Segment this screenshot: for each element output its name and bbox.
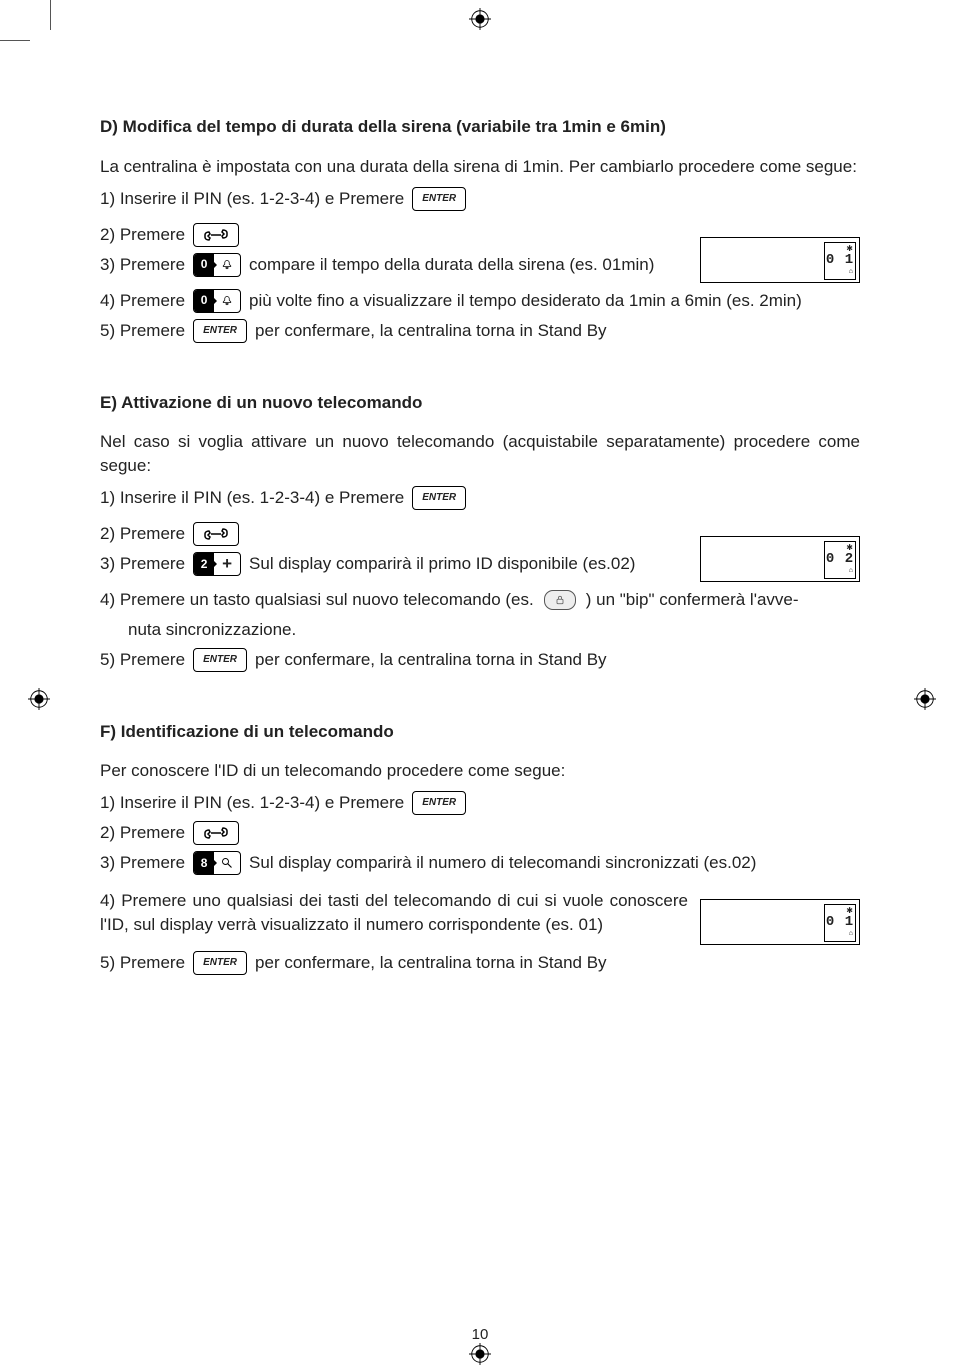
step-f3b: Sul display comparirà il numero di telec… <box>249 851 756 875</box>
wrench-key <box>193 522 239 546</box>
step-d2: 2) Premere <box>100 223 185 247</box>
registration-mark-icon <box>469 1343 491 1365</box>
enter-key: ENTER <box>412 486 466 510</box>
step-d4a: 4) Premere <box>100 289 185 313</box>
lcd-display: ✱ 0 2 ⌂ <box>700 536 860 582</box>
step-f2: 2) Premere <box>100 821 185 845</box>
step-e3a: 3) Premere <box>100 552 185 576</box>
remote-lock-icon <box>544 590 576 610</box>
step-e4c: nuta sincronizzazione. <box>128 618 296 642</box>
lcd-display: ✱ 0 1 ⌂ <box>700 237 860 283</box>
enter-key: ENTER <box>412 187 466 211</box>
step-f5a: 5) Premere <box>100 951 185 975</box>
enter-key: ENTER <box>193 951 247 975</box>
section-e-title: E) Attivazione di un nuovo telecomando <box>100 391 860 415</box>
plus-icon: + <box>214 552 240 576</box>
section-d-intro: La centralina è impostata con una durata… <box>100 155 860 179</box>
step-d3b: compare il tempo della durata della sire… <box>249 253 654 277</box>
step-d5b: per confermare, la centralina torna in S… <box>255 319 607 343</box>
step-e2: 2) Premere <box>100 522 185 546</box>
section-d-title: D) Modifica del tempo di durata della si… <box>100 115 860 139</box>
wrench-key <box>193 223 239 247</box>
section-e: E) Attivazione di un nuovo telecomando N… <box>100 391 860 672</box>
page-number: 10 <box>0 1324 960 1345</box>
eight-search-key: 8 <box>193 851 241 875</box>
step-d4b: più volte fino a visualizzare il tempo d… <box>249 289 802 313</box>
step-e5b: per confermare, la centralina torna in S… <box>255 648 607 672</box>
enter-key: ENTER <box>412 791 466 815</box>
section-f: F) Identificazione di un telecomando Per… <box>100 720 860 976</box>
bell-icon <box>214 295 240 307</box>
section-f-intro: Per conoscere l'ID di un telecomando pro… <box>100 759 860 783</box>
step-f4: 4) Premere uno qualsiasi dei tasti del t… <box>100 889 688 937</box>
step-d3a: 3) Premere <box>100 253 185 277</box>
wrench-key <box>193 821 239 845</box>
step-e1: 1) Inserire il PIN (es. 1-2-3-4) e Preme… <box>100 486 404 510</box>
registration-mark-icon <box>28 688 50 710</box>
two-plus-key: 2 + <box>193 552 241 576</box>
step-e4a: 4) Premere un tasto qualsiasi sul nuovo … <box>100 588 534 612</box>
section-e-intro: Nel caso si voglia attivare un nuovo tel… <box>100 430 860 478</box>
section-d: D) Modifica del tempo di durata della si… <box>100 115 860 343</box>
bell-icon <box>214 259 240 271</box>
magnifier-icon <box>214 857 240 869</box>
step-e5a: 5) Premere <box>100 648 185 672</box>
registration-mark-icon <box>469 8 491 30</box>
step-f5b: per confermare, la centralina torna in S… <box>255 951 607 975</box>
registration-mark-icon <box>914 688 936 710</box>
zero-siren-key: 0 <box>193 253 241 277</box>
lcd-display: ✱ 0 1 ⌂ <box>700 899 860 945</box>
section-f-title: F) Identificazione di un telecomando <box>100 720 860 744</box>
step-e4b: ) un "bip" confermerà l'avve- <box>586 588 799 612</box>
zero-siren-key: 0 <box>193 289 241 313</box>
step-d5a: 5) Premere <box>100 319 185 343</box>
step-f3a: 3) Premere <box>100 851 185 875</box>
step-e3b: Sul display comparirà il primo ID dispon… <box>249 552 635 576</box>
step-f1: 1) Inserire il PIN (es. 1-2-3-4) e Preme… <box>100 791 404 815</box>
enter-key: ENTER <box>193 648 247 672</box>
enter-key: ENTER <box>193 319 247 343</box>
step-d1: 1) Inserire il PIN (es. 1-2-3-4) e Preme… <box>100 187 404 211</box>
